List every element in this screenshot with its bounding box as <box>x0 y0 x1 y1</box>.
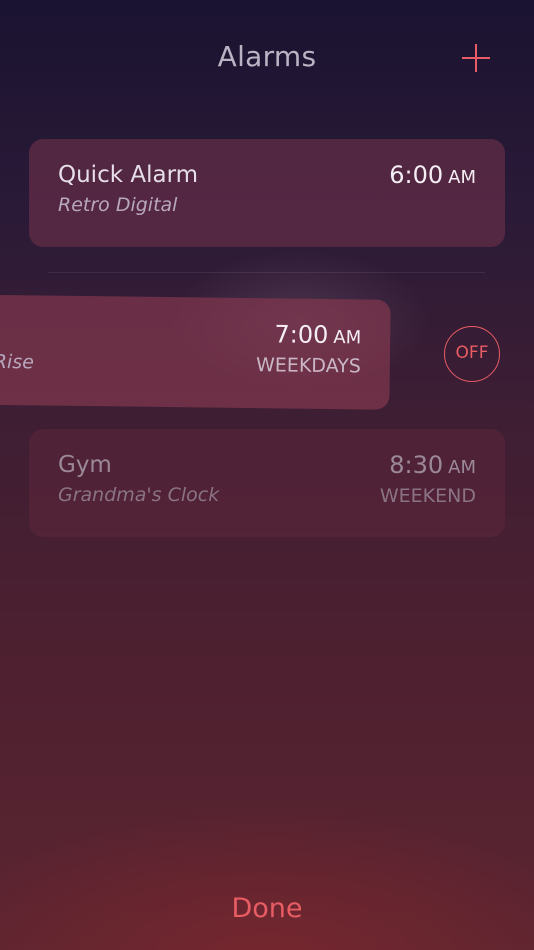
alarm-card-gym[interactable]: Gym Grandma's Clock 8:30 AM WEEKEND <box>29 429 505 537</box>
alarm-name: Gym <box>58 452 112 478</box>
alarm-sound: Rise <box>0 350 34 374</box>
alarm-repeat: WEEKEND <box>379 485 476 507</box>
divider <box>48 272 485 273</box>
alarm-time: 6:00 AM <box>389 161 476 189</box>
alarm-time-value: 7:00 <box>274 320 329 349</box>
alarm-name: Quick Alarm <box>58 162 199 188</box>
alarm-card-quick-alarm[interactable]: Quick Alarm Retro Digital 6:00 AM <box>29 139 505 247</box>
alarm-time-value: 6:00 <box>389 161 444 189</box>
alarm-period: AM <box>333 327 362 349</box>
alarm-time: 8:30 AM <box>389 451 476 479</box>
alarm-period: AM <box>448 457 476 478</box>
alarm-period: AM <box>448 167 476 188</box>
alarm-time: 7:00 AM <box>274 320 361 349</box>
add-alarm-button[interactable] <box>456 38 496 78</box>
alarm-repeat: WEEKDAYS <box>255 354 361 378</box>
alarm-time-value: 8:30 <box>389 451 444 479</box>
alarm-card-swiped[interactable]: Rise 7:00 AM WEEKDAYS <box>0 294 391 410</box>
page-title: Alarms <box>217 40 317 73</box>
plus-icon <box>462 44 490 72</box>
done-button[interactable]: Done <box>0 893 534 924</box>
alarm-sound: Retro Digital <box>58 194 178 216</box>
alarm-off-toggle[interactable]: OFF <box>444 326 500 382</box>
alarm-sound: Grandma's Clock <box>58 484 220 506</box>
